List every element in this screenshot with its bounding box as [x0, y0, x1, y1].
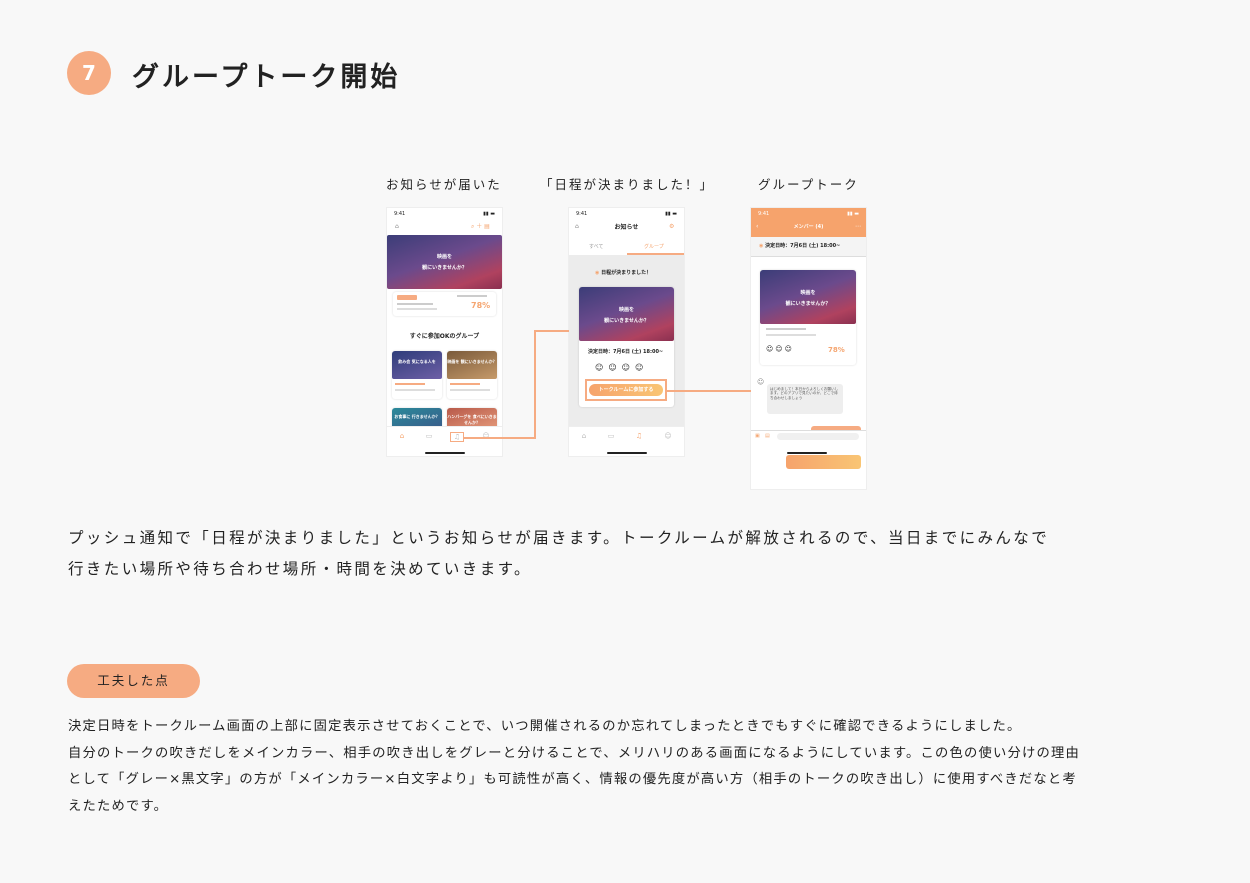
group-tile[interactable]: 映画を 観にいきませんか？ [447, 351, 497, 399]
notice-title: ◉ 日程が決まりました！ [595, 270, 652, 276]
notification-bell-icon[interactable]: ♫ [450, 432, 464, 442]
home-icon[interactable]: ⌂ [395, 432, 409, 442]
screenshot-label-notification: お知らせが届いた [386, 177, 502, 192]
own-message-bubble [786, 455, 861, 469]
page-title: グループトーク開始 [132, 62, 401, 93]
tab-all[interactable]: すべて [589, 244, 603, 250]
notice-header-title: お知らせ [614, 224, 639, 231]
screenshot-notice-detail: 9:41 ▮▮ ▬ ⌂ お知らせ ⚙ すべて グループ ◉ 日程が決まりました！ … [569, 208, 684, 456]
settings-icon[interactable]: ⚙ [669, 223, 674, 230]
more-icon[interactable]: ⋯ [855, 223, 861, 230]
talk-header-title: メンバー (4) [793, 224, 824, 230]
status-bar: 9:41 ▮▮ ▬ [394, 211, 495, 217]
hero-banner: 映画を 観にいきませんか？ [387, 235, 502, 289]
decided-date: 決定日時：7月6日 (土) 18:00~ [588, 349, 664, 355]
section-title: すぐに参加OKのグループ [409, 333, 480, 340]
tab-group[interactable]: グループ [644, 244, 664, 250]
status-bar: 9:41 ▮▮ ▬ [758, 211, 859, 217]
group-icon: ⌂ [395, 223, 399, 230]
tab-bar: ⌂ ▭ ♫ ☺ [387, 426, 502, 456]
message-input[interactable] [777, 433, 859, 440]
event-info-card[interactable]: 78% [393, 292, 496, 316]
connector-line [534, 331, 536, 439]
connector-line [667, 390, 751, 392]
message-input-bar[interactable]: ▣ ▤ [751, 430, 866, 442]
join-talkroom-button[interactable]: トークルームに参加する [589, 384, 663, 396]
fixed-date-bar[interactable]: ◉ 決定日時：7月6日 (土) 18:00~ [751, 237, 866, 257]
design-point-badge: 工夫した点 [67, 664, 200, 698]
chat-icon[interactable]: ▭ [422, 432, 436, 442]
match-rate: 78% [828, 346, 845, 354]
home-icon[interactable]: ⌂ [577, 432, 591, 442]
camera-icon[interactable]: ▣ [755, 433, 760, 439]
search-icon: ⌕ ＋ ▤ [471, 223, 490, 230]
screenshot-group-talk: 9:41 ▮▮ ▬ ‹ メンバー (4) ⋯ ◉ 決定日時：7月6日 (土) 18… [751, 208, 866, 489]
description-text: プッシュ通知で「日程が決まりました」というお知らせが届きます。トークルームが解放… [68, 529, 1050, 578]
group-tile[interactable]: 飲み会 気になる人を [392, 351, 442, 399]
step-number-badge: 7 [67, 51, 111, 95]
connector-line [534, 330, 569, 332]
status-bar: 9:41 ▮▮ ▬ [576, 211, 677, 217]
match-rate: 78% [471, 301, 491, 310]
profile-icon[interactable]: ☺ [661, 432, 675, 442]
chat-icon[interactable]: ▭ [604, 432, 618, 442]
screenshot-label-group-talk: グループトーク [758, 177, 859, 192]
event-card[interactable]: 映画を 観にいきませんか？ ☺☺☺ 78% [760, 270, 856, 365]
screenshot-label-schedule: 「日程が決まりました！」 [540, 177, 715, 192]
image-icon[interactable]: ▤ [765, 433, 770, 439]
design-point-text: 決定日時をトークルーム画面の上部に固定表示させておくことで、いつ開催されるのか忘… [68, 719, 1080, 814]
tab-bar: ⌂ ▭ ♫ ☺ [569, 426, 684, 456]
screenshot-notification-feed: 9:41 ▮▮ ▬ ⌂ ⌕ ＋ ▤ 映画を 観にいきませんか？ 78% すぐに参加O… [387, 208, 502, 456]
received-message-bubble: はじめまして！本日からよろしくお願いします。どのアプリで見たいのか、どこで待ち合… [767, 384, 843, 414]
member-avatars: ☺☺☺☺ [595, 363, 649, 372]
notification-bell-icon[interactable]: ♫ [632, 432, 646, 442]
member-avatar-icon: ☺ [757, 378, 765, 386]
connector-line [464, 437, 535, 439]
